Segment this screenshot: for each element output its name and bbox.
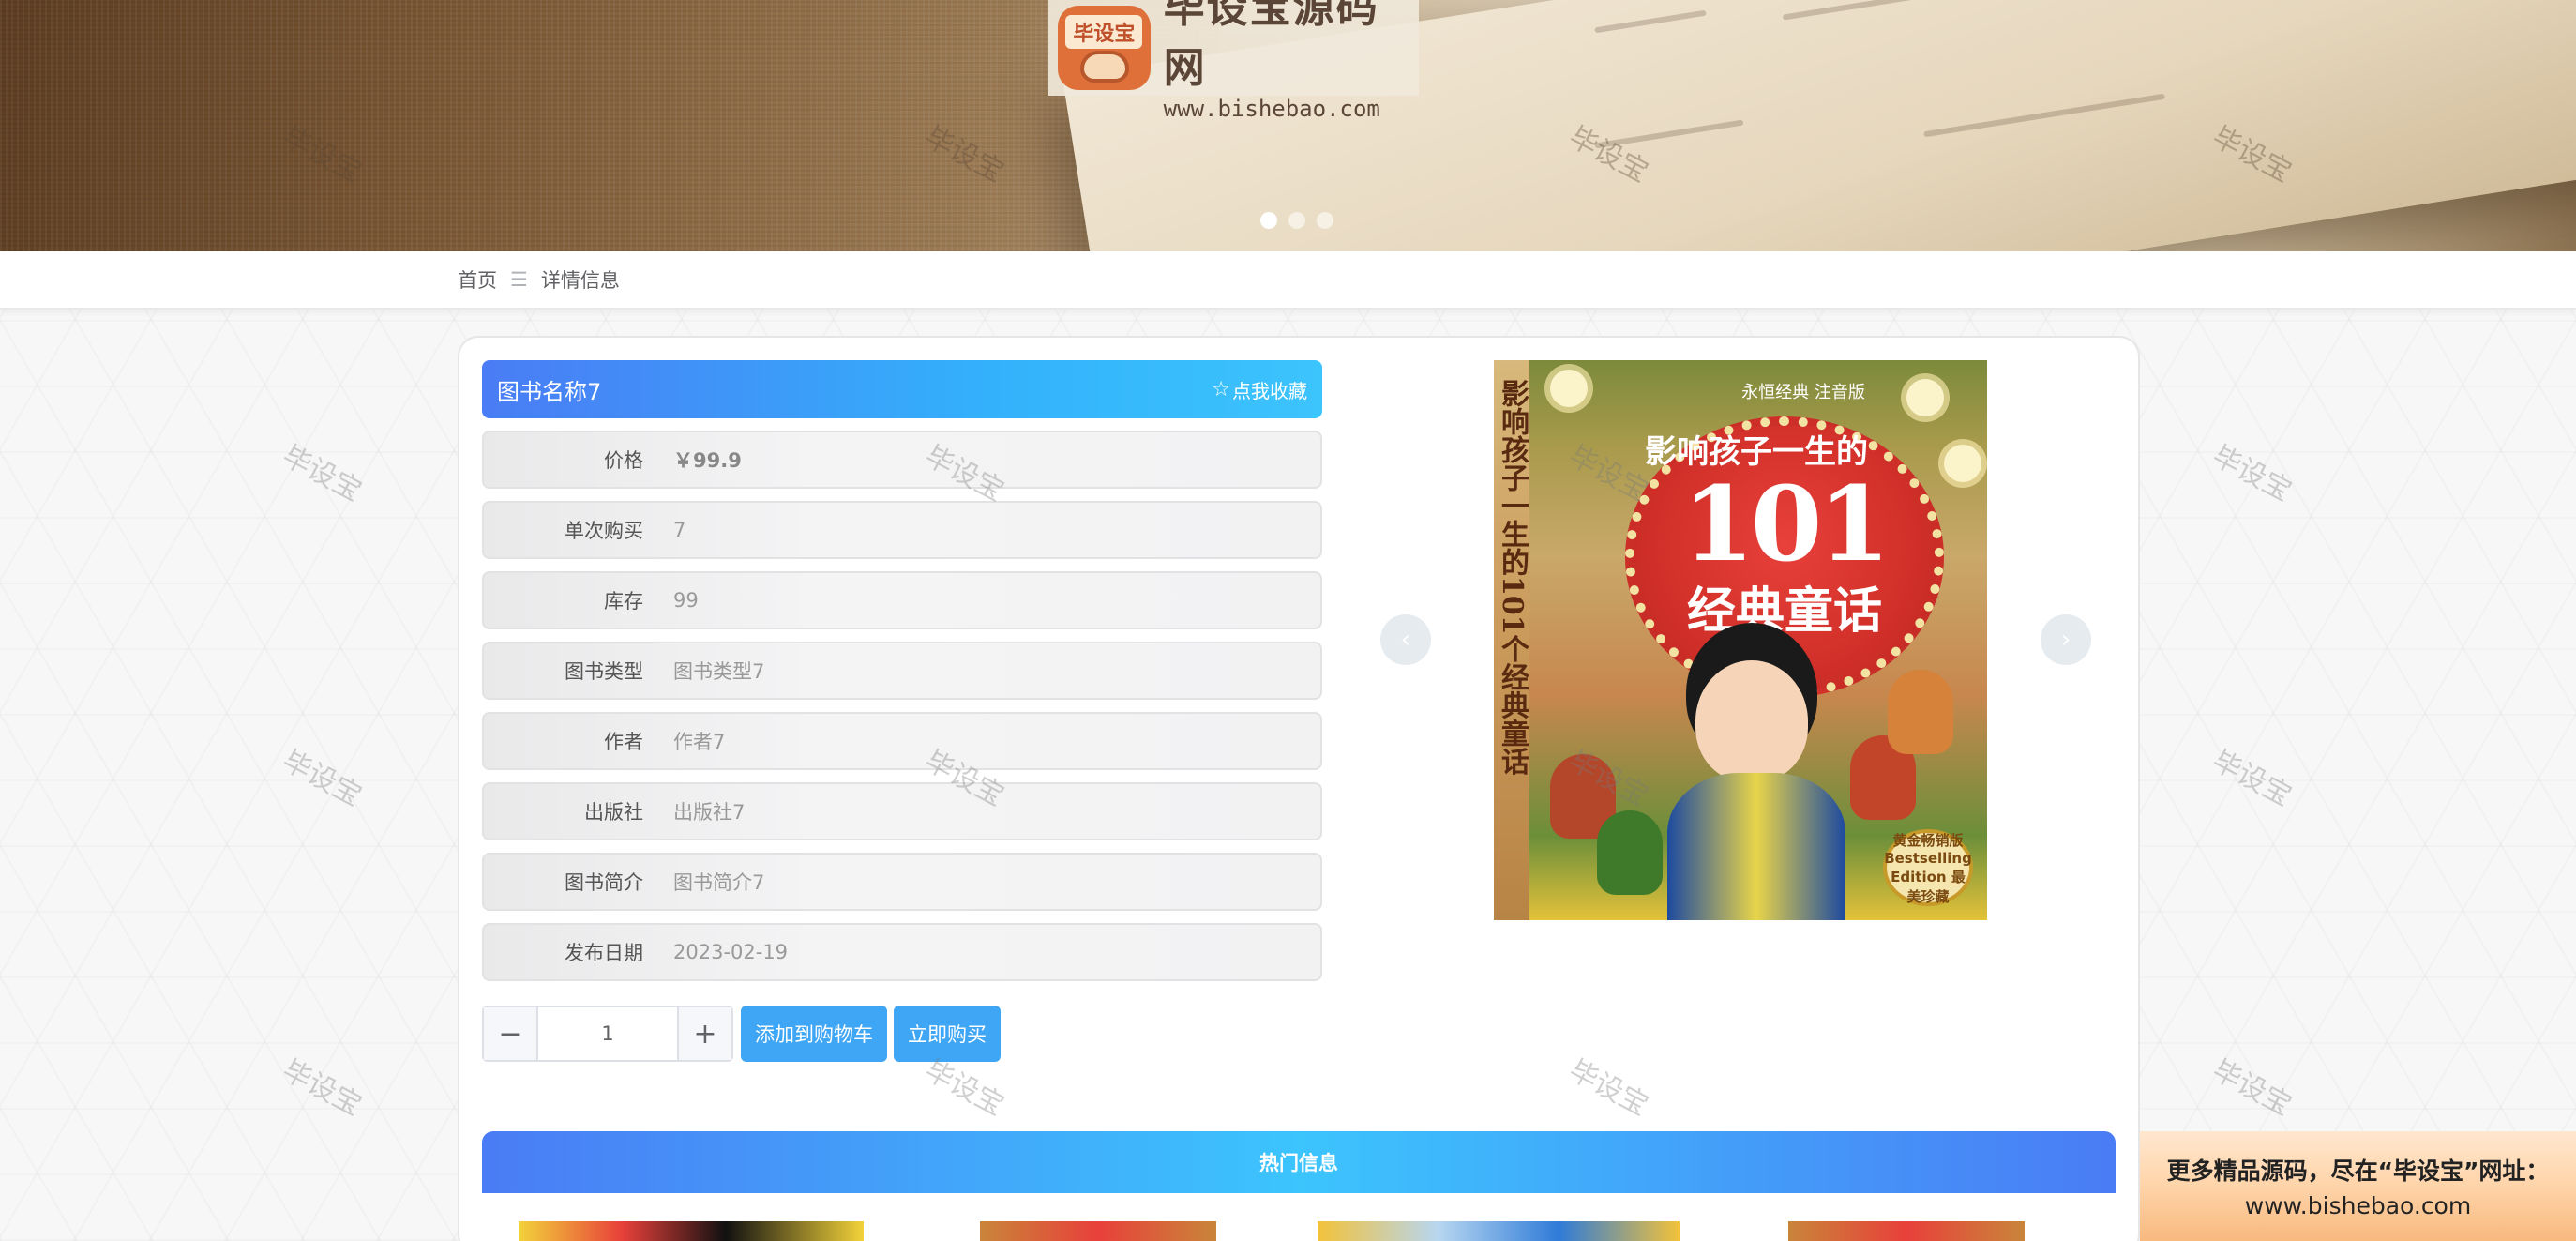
promo-url: www.bishebao.com — [2244, 1192, 2472, 1219]
cover-spine-text: 影响孩子一生的101个经典童话 — [1494, 360, 1529, 920]
cover-top-line: 永恒经典 注音版 — [1741, 383, 1865, 402]
field-row-publish-date: 发布日期 2023-02-19 — [482, 923, 1322, 981]
cover-seal: 黄金畅销版 Bestselling Edition 最美珍藏 — [1883, 829, 1973, 906]
logo-title: 毕设宝源码网 — [1163, 0, 1379, 92]
field-row-stock: 库存 99 — [482, 571, 1322, 629]
field-row-publisher: 出版社 出版社7 — [482, 782, 1322, 840]
hot-item-thumbnail[interactable] — [519, 1221, 864, 1241]
cover-title: 经典童话 — [1686, 583, 1882, 640]
promo-line: 更多精品源码，尽在“毕设宝”网址： — [2166, 1158, 2550, 1185]
quantity-input[interactable]: 1 — [538, 1007, 677, 1060]
field-row-price: 价格 ￥99.9 — [482, 431, 1322, 489]
cover-girl-dress — [1667, 773, 1845, 920]
add-to-cart-button[interactable]: 添加到购物车 — [741, 1006, 887, 1062]
book-cover-image: 影响孩子一生的101个经典童话 永恒经典 注音版 影响孩子一生的 101 经典童… — [1494, 360, 1987, 920]
breadcrumb-home[interactable]: 首页 — [458, 265, 497, 294]
field-row-summary: 图书简介 图书简介7 — [482, 853, 1322, 911]
field-row-book-type: 图书类型 图书类型7 — [482, 642, 1322, 700]
banner-burlap — [0, 0, 1219, 251]
promo-banner[interactable]: 更多精品源码，尽在“毕设宝”网址： www.bishebao.com — [2140, 1131, 2576, 1241]
field-label: 单次购买 — [565, 520, 643, 542]
star-icon: ☆ — [1212, 377, 1230, 401]
breadcrumb: 首页 ☰ 详情信息 — [0, 251, 2576, 310]
logo-badge: 毕设宝 — [1065, 15, 1143, 49]
field-value: 99 — [673, 589, 699, 612]
hot-item-thumbnail[interactable] — [980, 1221, 1216, 1241]
detail-title-bar: 图书名称7 ☆ 点我收藏 — [482, 360, 1322, 418]
field-label: 图书类型 — [565, 660, 643, 683]
logo-url: www.bishebao.com — [1163, 96, 1380, 122]
cover-number: 101 — [1682, 463, 1891, 584]
hot-section-header: 热门信息 — [482, 1131, 2116, 1193]
field-label: 价格 — [604, 449, 643, 472]
field-value: 出版社7 — [673, 801, 746, 824]
favorite-button[interactable]: ☆ 点我收藏 — [1212, 376, 1307, 403]
field-value: 图书简介7 — [673, 871, 765, 894]
hot-item-thumbnail[interactable] — [1318, 1221, 1680, 1241]
field-value: 7 — [673, 519, 686, 541]
field-row-single-purchase: 单次购买 7 — [482, 501, 1322, 559]
carousel-indicators — [1260, 212, 1333, 229]
buy-now-button[interactable]: 立即购买 — [894, 1006, 1001, 1062]
field-label: 库存 — [604, 590, 643, 613]
quantity-stepper: − 1 + — [482, 1006, 733, 1062]
field-label: 发布日期 — [565, 942, 643, 964]
gallery-prev-button[interactable]: ‹ — [1380, 614, 1431, 665]
cover-girl — [1695, 660, 1808, 782]
site-logo[interactable]: 毕设宝 毕设宝源码网 www.bishebao.com — [1048, 0, 1419, 122]
field-label: 作者 — [604, 731, 643, 753]
favorite-label: 点我收藏 — [1232, 379, 1307, 402]
cover-dwarf — [1888, 670, 1953, 754]
field-value: 图书类型7 — [673, 660, 765, 683]
logo-mark-icon: 毕设宝 — [1058, 6, 1151, 90]
quantity-increase-button[interactable]: + — [677, 1007, 731, 1060]
book-title: 图书名称7 — [497, 378, 602, 405]
cover-flower — [1550, 370, 1588, 407]
gallery-next-button[interactable]: › — [2041, 614, 2091, 665]
field-label: 出版社 — [584, 801, 643, 824]
hot-item-thumbnail[interactable] — [1788, 1221, 2025, 1241]
quantity-decrease-button[interactable]: − — [484, 1007, 538, 1060]
field-row-author: 作者 作者7 — [482, 712, 1322, 770]
banner-carousel[interactable]: 毕设宝 毕设宝源码网 www.bishebao.com 毕设宝 毕设宝 毕设宝 … — [0, 0, 2576, 251]
carousel-dot-2[interactable] — [1288, 212, 1305, 229]
breadcrumb-current: 详情信息 — [540, 269, 620, 292]
field-value: 作者7 — [673, 731, 726, 753]
field-value: ￥99.9 — [673, 449, 742, 472]
carousel-dot-3[interactable] — [1317, 212, 1333, 229]
cover-dwarf — [1597, 810, 1663, 895]
logo-text: 毕设宝源码网 www.bishebao.com — [1164, 0, 1419, 122]
logo-face — [1080, 51, 1129, 83]
breadcrumb-separator-icon: ☰ — [510, 268, 528, 291]
field-label: 图书简介 — [565, 871, 643, 894]
carousel-dot-1[interactable] — [1260, 212, 1277, 229]
field-value: 2023-02-19 — [673, 941, 789, 963]
